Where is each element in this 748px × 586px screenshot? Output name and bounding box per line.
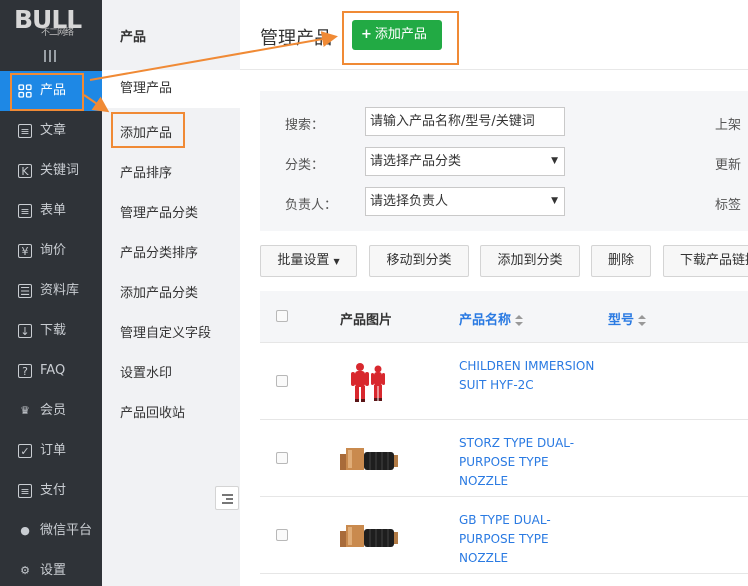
faq-icon: ?	[18, 364, 32, 378]
add-to-category-button[interactable]: 添加到分类	[480, 245, 580, 277]
dropdown-caret-icon: ▼	[333, 257, 340, 266]
highlight-add-product-button	[342, 11, 459, 65]
download-links-button[interactable]: 下载产品链接	[663, 245, 748, 277]
nozzle-image	[340, 448, 398, 470]
inquiry-icon: ¥	[18, 244, 32, 258]
submenu-item-manage-categories[interactable]: 管理产品分类	[120, 202, 198, 221]
product-name-link[interactable]: STORZ TYPE DUAL-PURPOSE TYPE NOZZLE	[459, 434, 599, 491]
column-header-name-label: 产品名称	[459, 313, 512, 328]
submenu-toggle-icon[interactable]	[215, 486, 239, 510]
sidebar-item-label: 表单	[40, 203, 67, 218]
nozzle-image	[340, 525, 398, 547]
payment-icon: ≡	[18, 484, 32, 498]
update-time-label: 更新	[715, 158, 742, 173]
sidebar-item-label: 文章	[40, 123, 67, 138]
search-label: 搜索：	[285, 118, 325, 133]
filter-panel: 搜索： 请输入产品名称/型号/关键词 分类： 请选择产品分类 ▼ 负责人： 请选择…	[260, 91, 748, 231]
gear-icon: ⚙	[20, 564, 30, 577]
page-title: 管理产品	[260, 28, 332, 49]
sidebar-item-wechat[interactable]: ● 微信平台	[0, 511, 102, 551]
download-icon: ↓	[18, 324, 32, 338]
main-content: 管理产品 + 添加产品 搜索： 请输入产品名称/型号/关键词 分类： 请选择产品分…	[240, 0, 748, 586]
category-select[interactable]: 请选择产品分类 ▼	[365, 147, 565, 176]
owner-label: 负责人：	[285, 198, 338, 213]
owner-select-value: 请选择负责人	[370, 194, 449, 209]
search-input[interactable]: 请输入产品名称/型号/关键词	[365, 107, 565, 136]
sidebar-item-download[interactable]: ↓ 下载	[0, 311, 102, 351]
table-header: 产品图片 产品名称 型号	[260, 291, 748, 343]
sidebar-item-articles[interactable]: ≡ 文章	[0, 111, 102, 151]
sidebar-item-label: 下载	[40, 323, 67, 338]
column-header-model[interactable]: 型号	[608, 309, 647, 328]
sidebar-item-label: 支付	[40, 483, 67, 498]
highlight-products-nav	[10, 73, 84, 111]
sort-icon	[515, 314, 524, 327]
sidebar-item-label: 询价	[40, 243, 67, 258]
row-checkbox[interactable]	[276, 452, 288, 464]
sidebar-item-orders[interactable]: ✓ 订单	[0, 431, 102, 471]
sidebar-item-forms[interactable]: ≡ 表单	[0, 191, 102, 231]
column-header-name[interactable]: 产品名称	[459, 309, 524, 328]
sidebar-item-payment[interactable]: ≡ 支付	[0, 471, 102, 511]
keyword-icon: K	[18, 164, 32, 178]
sidebar-item-settings[interactable]: ⚙ 设置	[0, 551, 102, 586]
delete-button[interactable]: 删除	[591, 245, 651, 277]
form-icon: ≡	[18, 204, 32, 218]
product-name-link[interactable]: GB TYPE DUAL-PURPOSE TYPE NOZZLE	[459, 511, 599, 568]
database-icon: ☰	[18, 284, 32, 298]
sidebar-item-members[interactable]: ♛ 会员	[0, 391, 102, 431]
submenu-item-product-sort[interactable]: 产品排序	[120, 162, 172, 181]
batch-settings-button[interactable]: 批量设置 ▼	[260, 245, 357, 277]
category-label: 分类：	[285, 158, 325, 173]
submenu-item-category-sort[interactable]: 产品分类排序	[120, 242, 198, 261]
batch-settings-label: 批量设置	[277, 253, 330, 268]
sidebar-item-label: 资料库	[40, 283, 80, 298]
select-all-checkbox[interactable]	[276, 310, 288, 322]
menu-collapse-icon[interactable]	[44, 50, 58, 62]
crown-icon: ♛	[20, 404, 30, 417]
sidebar-item-database[interactable]: ☰ 资料库	[0, 271, 102, 311]
sidebar-item-label: FAQ	[40, 363, 66, 378]
wechat-icon: ●	[20, 524, 30, 537]
sidebar-item-label: 微信平台	[40, 523, 93, 538]
highlight-add-product-submenu	[111, 112, 185, 148]
product-name-link[interactable]: CHILDREN IMMERSION SUIT HYF-2C	[459, 357, 599, 395]
logo-subtext: 不二网络	[41, 28, 74, 38]
category-select-value: 请选择产品分类	[370, 154, 462, 169]
sidebar-item-faq[interactable]: ? FAQ	[0, 351, 102, 391]
submenu-item-manage-products[interactable]: 管理产品	[102, 70, 240, 108]
sidebar-item-inquiry[interactable]: ¥ 询价	[0, 231, 102, 271]
article-icon: ≡	[18, 124, 32, 138]
dropdown-caret-icon: ▼	[551, 196, 558, 206]
shelf-status-label: 上架	[715, 118, 742, 133]
tag-label: 标签	[715, 198, 742, 213]
table-row[interactable]: GB TYPE DUAL-PURPOSE TYPE NOZZLE	[260, 497, 748, 574]
sidebar-item-label: 关键词	[40, 163, 80, 178]
move-to-category-button[interactable]: 移动到分类	[369, 245, 469, 277]
sort-icon	[638, 314, 647, 327]
order-icon: ✓	[18, 444, 32, 458]
owner-select[interactable]: 请选择负责人 ▼	[365, 187, 565, 216]
sub-sidebar: 产品 管理产品 添加产品 产品排序 管理产品分类 产品分类排序 添加产品分类 管…	[102, 0, 240, 586]
submenu-item-watermark[interactable]: 设置水印	[120, 362, 172, 381]
table-row[interactable]: CHILDREN IMMERSION SUIT HYF-2C	[260, 343, 748, 420]
column-header-model-label: 型号	[608, 313, 635, 328]
submenu-item-custom-fields[interactable]: 管理自定义字段	[120, 322, 211, 341]
column-header-image: 产品图片	[340, 313, 393, 328]
sidebar-item-keywords[interactable]: K 关键词	[0, 151, 102, 191]
submenu-title: 产品	[120, 30, 147, 45]
logo[interactable]: BULL 不二网络	[14, 6, 84, 40]
row-checkbox[interactable]	[276, 375, 288, 387]
sidebar-item-label: 会员	[40, 403, 67, 418]
submenu-item-add-category[interactable]: 添加产品分类	[120, 282, 198, 301]
sidebar-item-label: 订单	[40, 443, 67, 458]
submenu-item-recycle-bin[interactable]: 产品回收站	[120, 402, 185, 421]
row-checkbox[interactable]	[276, 529, 288, 541]
dropdown-caret-icon: ▼	[551, 156, 558, 166]
sidebar-item-label: 设置	[40, 563, 67, 578]
content-header: 管理产品 + 添加产品	[240, 0, 748, 70]
immersion-suit-image	[351, 363, 385, 402]
table-row[interactable]: STORZ TYPE DUAL-PURPOSE TYPE NOZZLE	[260, 420, 748, 497]
